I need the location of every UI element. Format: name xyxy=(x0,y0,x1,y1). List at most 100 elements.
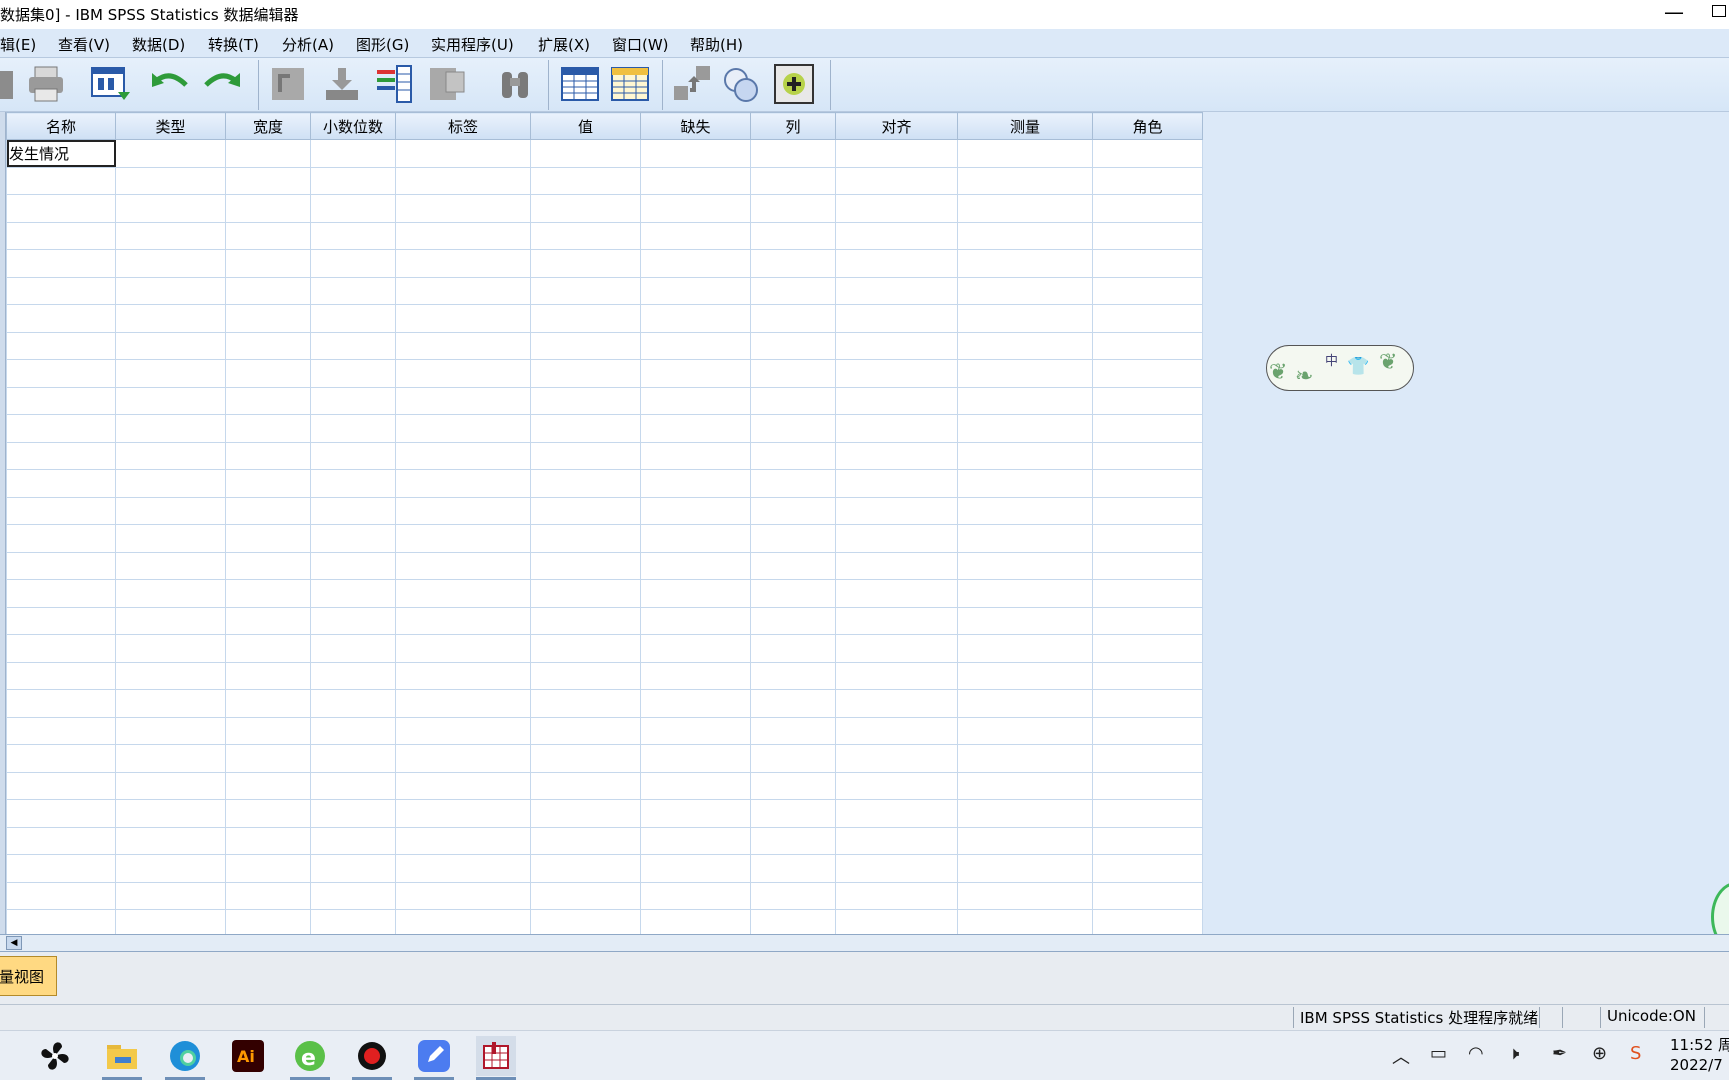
table-cell[interactable] xyxy=(395,854,531,883)
table-cell[interactable] xyxy=(6,441,116,470)
table-cell[interactable] xyxy=(530,166,641,195)
table-cell[interactable] xyxy=(310,524,396,553)
table-cell[interactable] xyxy=(835,579,958,608)
menu-item-3[interactable]: 转换(T) xyxy=(208,34,259,55)
variables-icon[interactable] xyxy=(375,64,415,104)
select-cases-icon[interactable] xyxy=(774,64,814,104)
table-cell[interactable] xyxy=(835,496,958,525)
table-cell[interactable] xyxy=(6,744,116,773)
table-cell[interactable] xyxy=(835,414,958,443)
table-cell[interactable] xyxy=(225,799,311,828)
print-icon[interactable] xyxy=(26,64,66,104)
column-header[interactable]: 缺失 xyxy=(640,112,751,140)
table-cell[interactable] xyxy=(395,799,531,828)
column-header[interactable]: 标签 xyxy=(395,112,531,140)
table-cell[interactable] xyxy=(6,881,116,910)
table-cell[interactable] xyxy=(1092,551,1203,580)
table-cell[interactable] xyxy=(640,194,751,223)
table-cell[interactable] xyxy=(6,716,116,745)
table-cell[interactable] xyxy=(530,799,641,828)
table-cell[interactable] xyxy=(957,414,1093,443)
table-cell[interactable] xyxy=(225,469,311,498)
table-cell[interactable] xyxy=(1092,441,1203,470)
table-cell[interactable] xyxy=(395,744,531,773)
table-cell[interactable] xyxy=(1092,249,1203,278)
table-cell[interactable] xyxy=(750,194,836,223)
table-cell[interactable] xyxy=(750,634,836,663)
insert-cases-icon[interactable] xyxy=(560,64,600,104)
table-cell[interactable] xyxy=(530,716,641,745)
table-cell[interactable] xyxy=(115,606,226,635)
table-cell[interactable] xyxy=(310,441,396,470)
table-cell[interactable] xyxy=(530,579,641,608)
table-cell[interactable] xyxy=(1092,496,1203,525)
table-cell[interactable] xyxy=(1092,689,1203,718)
table-cell[interactable] xyxy=(115,634,226,663)
table-cell[interactable] xyxy=(115,386,226,415)
undo-icon[interactable] xyxy=(150,64,190,104)
table-cell[interactable] xyxy=(750,771,836,800)
table-cell[interactable] xyxy=(530,359,641,388)
table-cell[interactable] xyxy=(6,359,116,388)
table-cell[interactable] xyxy=(395,634,531,663)
table-cell[interactable] xyxy=(957,386,1093,415)
table-cell[interactable] xyxy=(1092,634,1203,663)
table-cell[interactable] xyxy=(835,634,958,663)
table-cell[interactable] xyxy=(640,661,751,690)
table-cell[interactable] xyxy=(750,826,836,855)
table-cell[interactable] xyxy=(835,469,958,498)
table-cell[interactable] xyxy=(395,166,531,195)
column-header[interactable]: 名称 xyxy=(6,112,116,140)
table-cell[interactable] xyxy=(957,744,1093,773)
column-header[interactable]: 小数位数 xyxy=(310,112,396,140)
column-header[interactable]: 测量 xyxy=(957,112,1093,140)
table-cell[interactable] xyxy=(640,744,751,773)
table-cell[interactable] xyxy=(640,606,751,635)
table-cell[interactable] xyxy=(957,606,1093,635)
table-cell[interactable] xyxy=(6,166,116,195)
table-cell[interactable] xyxy=(115,551,226,580)
table-cell[interactable] xyxy=(225,221,311,250)
redo-icon[interactable] xyxy=(202,64,242,104)
table-cell[interactable] xyxy=(115,441,226,470)
table-cell[interactable] xyxy=(750,249,836,278)
table-cell[interactable] xyxy=(395,249,531,278)
table-cell[interactable] xyxy=(395,469,531,498)
table-cell[interactable] xyxy=(115,331,226,360)
taskbar-clock[interactable]: 11:52 周 2022/7 xyxy=(1670,1035,1729,1075)
table-cell[interactable] xyxy=(115,249,226,278)
column-header[interactable]: 类型 xyxy=(115,112,226,140)
table-cell[interactable] xyxy=(530,524,641,553)
table-cell[interactable] xyxy=(640,386,751,415)
table-cell[interactable] xyxy=(395,221,531,250)
column-header[interactable]: 列 xyxy=(750,112,836,140)
table-cell[interactable] xyxy=(640,414,751,443)
table-cell[interactable] xyxy=(530,634,641,663)
table-cell[interactable] xyxy=(115,826,226,855)
table-cell[interactable] xyxy=(225,909,311,938)
table-cell[interactable] xyxy=(1092,221,1203,250)
table-cell[interactable] xyxy=(310,634,396,663)
table-cell[interactable] xyxy=(640,579,751,608)
table-cell[interactable] xyxy=(835,386,958,415)
table-cell[interactable] xyxy=(835,826,958,855)
table-cell[interactable]: 发生情况 xyxy=(6,139,116,168)
table-cell[interactable] xyxy=(6,276,116,305)
table-cell[interactable] xyxy=(750,744,836,773)
table-cell[interactable] xyxy=(310,689,396,718)
table-cell[interactable] xyxy=(310,139,396,168)
wifi-icon[interactable]: ◠ xyxy=(1468,1043,1484,1064)
table-cell[interactable] xyxy=(6,606,116,635)
table-cell[interactable] xyxy=(640,854,751,883)
table-cell[interactable] xyxy=(6,386,116,415)
table-cell[interactable] xyxy=(530,689,641,718)
table-cell[interactable] xyxy=(310,661,396,690)
table-cell[interactable] xyxy=(640,331,751,360)
table-cell[interactable] xyxy=(115,771,226,800)
table-cell[interactable] xyxy=(115,524,226,553)
table-cell[interactable] xyxy=(957,359,1093,388)
table-cell[interactable] xyxy=(957,661,1093,690)
table-cell[interactable] xyxy=(225,716,311,745)
table-cell[interactable] xyxy=(750,414,836,443)
table-cell[interactable] xyxy=(835,524,958,553)
